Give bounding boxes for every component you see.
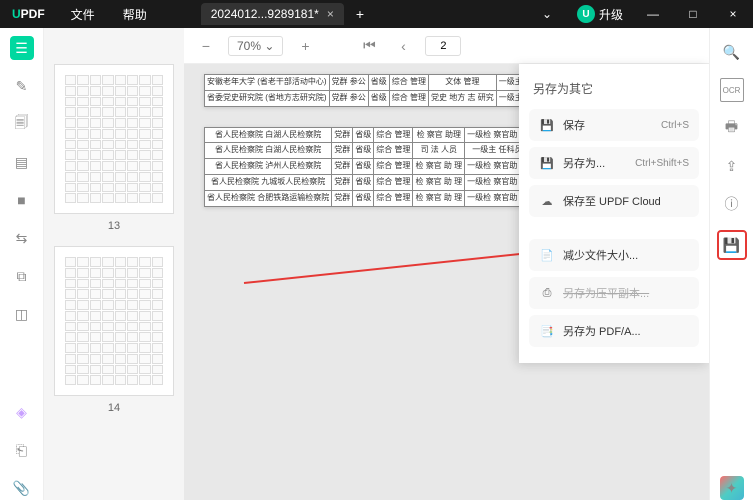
menu-save[interactable]: 💾 保存 Ctrl+S (529, 109, 699, 141)
layers-icon[interactable]: ◈ (10, 400, 34, 424)
convert-icon[interactable]: ⇆ (10, 226, 34, 250)
thumbnail-page-13[interactable] (54, 64, 174, 214)
thumbnail-label: 13 (54, 220, 174, 232)
save-file-icon[interactable]: 💾 (717, 230, 747, 260)
menu-title: 另存为其它 (529, 74, 699, 103)
upgrade-button[interactable]: U 升级 (567, 5, 633, 23)
window-maximize[interactable]: □ (673, 7, 713, 21)
ai-assistant-icon[interactable]: ✦ (720, 476, 744, 500)
view-toolbar: − 70% ⌄ + ⏮ ‹ (184, 28, 709, 64)
zoom-level[interactable]: 70% ⌄ (228, 36, 283, 56)
zoom-out-icon[interactable]: − (194, 34, 218, 58)
dropdown-icon[interactable]: ⌄ (527, 7, 567, 21)
menu-file[interactable]: 文件 (57, 6, 109, 23)
thumbnail-label: 14 (54, 402, 174, 414)
page-number-input[interactable] (425, 36, 461, 56)
tab-strip: 2024012...9289181* × + (201, 3, 364, 25)
pdfa-icon: 📑 (539, 323, 555, 339)
menu-reduce-size[interactable]: 📄 减少文件大小... (529, 239, 699, 271)
upgrade-u-icon: U (577, 5, 595, 23)
save-icon: 💾 (539, 117, 555, 133)
menu-save-flatten[interactable]: ⎙ 另存为压平副本... (529, 277, 699, 309)
thumbnail-page-14[interactable] (54, 246, 174, 396)
thumbnail-panel: 13 14 (44, 28, 184, 500)
crop-icon[interactable]: ⧉ (10, 264, 34, 288)
window-minimize[interactable]: — (633, 7, 673, 21)
info-icon[interactable]: ⓘ (720, 192, 744, 216)
menu-save-cloud[interactable]: ☁ 保存至 UPDF Cloud (529, 185, 699, 217)
document-tab[interactable]: 2024012...9289181* × (201, 3, 344, 25)
search-icon[interactable]: 🔍 (720, 40, 744, 64)
edit-icon[interactable]: 🗐 (10, 112, 34, 136)
redact-icon[interactable]: ■ (10, 188, 34, 212)
bookmark-icon[interactable]: ⎗ (10, 438, 34, 462)
main-area: − 70% ⌄ + ⏮ ‹ 安徽老年大学 (省老干部活动中心)党群 参公省级综合… (184, 28, 709, 500)
tab-close-icon[interactable]: × (327, 7, 334, 21)
window-close[interactable]: × (713, 7, 753, 21)
ocr-icon[interactable]: OCR (720, 78, 744, 102)
reduce-icon: 📄 (539, 247, 555, 263)
save-as-icon: 💾 (539, 155, 555, 171)
menu-save-as[interactable]: 💾 另存为... Ctrl+Shift+S (529, 147, 699, 179)
print-icon[interactable]: 🖶 (720, 116, 744, 140)
titlebar: UPDF 文件 帮助 2024012...9289181* × + ⌄ U 升级… (0, 0, 753, 28)
reader-mode-icon[interactable]: ☰ (10, 36, 34, 60)
organize-icon[interactable]: ◫ (10, 302, 34, 326)
share-icon[interactable]: ⇪ (720, 154, 744, 178)
annotate-icon[interactable]: ✎ (10, 74, 34, 98)
form-icon[interactable]: ▤ (10, 150, 34, 174)
first-page-icon[interactable]: ⏮ (357, 34, 381, 58)
tab-add-icon[interactable]: + (356, 6, 364, 22)
prev-page-icon[interactable]: ‹ (391, 34, 415, 58)
cloud-icon: ☁ (539, 193, 555, 209)
flatten-icon: ⎙ (539, 285, 555, 301)
menu-help[interactable]: 帮助 (109, 6, 161, 23)
left-rail: ☰ ✎ 🗐 ▤ ■ ⇆ ⧉ ◫ ◈ ⎗ 📎 (0, 28, 44, 500)
menu-save-pdfa[interactable]: 📑 另存为 PDF/A... (529, 315, 699, 347)
right-rail: 🔍 OCR 🖶 ⇪ ⓘ 💾 ✦ (709, 28, 753, 500)
tab-title: 2024012...9289181* (211, 7, 319, 21)
zoom-in-icon[interactable]: + (293, 34, 317, 58)
attachment-icon[interactable]: 📎 (10, 476, 34, 500)
app-logo: UPDF (0, 7, 57, 21)
save-as-other-menu: 另存为其它 💾 保存 Ctrl+S 💾 另存为... Ctrl+Shift+S … (519, 64, 709, 363)
upgrade-label: 升级 (599, 6, 623, 23)
